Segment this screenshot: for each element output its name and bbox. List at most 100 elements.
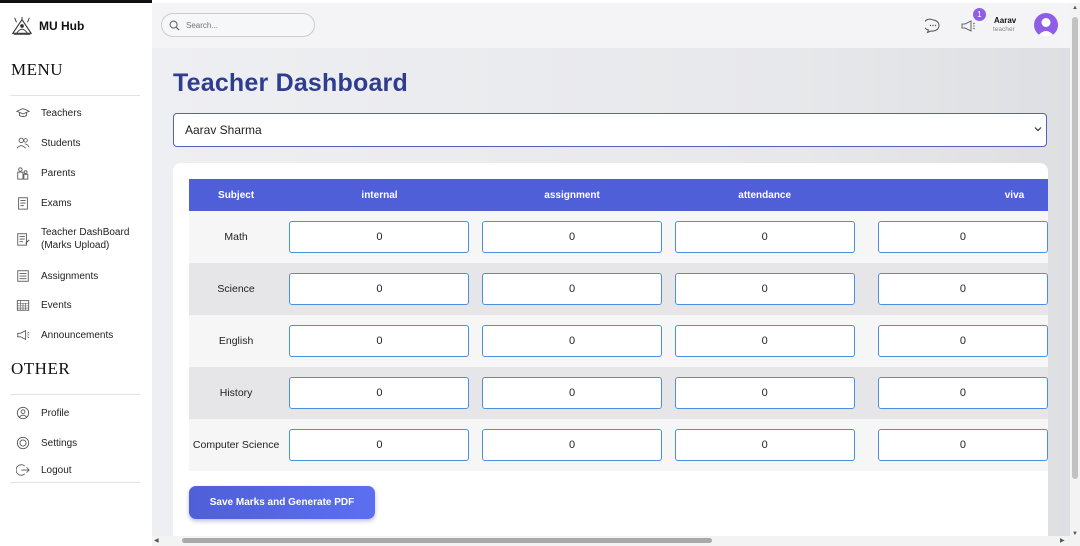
sidebar-item-profile[interactable]: Profile: [16, 406, 69, 420]
assignment-mark-input[interactable]: 0: [482, 377, 663, 409]
table-row: English 0 0 0 0: [189, 315, 1048, 367]
marks-card: Subject internal assignment attendance v…: [173, 163, 1048, 546]
search-icon: [169, 20, 180, 31]
sidebar-item-events[interactable]: Events: [16, 298, 72, 312]
sidebar-item-exams[interactable]: Exams: [16, 196, 72, 210]
column-header: Subject: [189, 179, 284, 211]
scroll-left-arrow-icon[interactable]: ◀: [154, 537, 159, 544]
table-row: History 0 0 0 0: [189, 367, 1048, 419]
subject-cell: Computer Science: [189, 419, 284, 471]
scrollbar-thumb[interactable]: [182, 538, 712, 543]
column-header: attendance: [668, 179, 861, 211]
assignment-mark-input[interactable]: 0: [482, 221, 663, 253]
sidebar-item-label: Settings: [41, 437, 78, 449]
viva-mark-input[interactable]: 0: [877, 273, 1048, 305]
sidebar-item-announcements[interactable]: Announcements: [16, 328, 113, 342]
page-title: Teacher Dashboard: [173, 69, 408, 97]
sidebar-item-label: Announcements: [41, 329, 114, 341]
sidebar-item-teacher-dashboard[interactable]: Teacher DashBoard (Marks Upload): [16, 226, 136, 252]
internal-mark-input[interactable]: 0: [289, 221, 470, 253]
sidebar-item-teachers[interactable]: Teachers: [16, 106, 82, 120]
subject-cell: Science: [189, 263, 284, 315]
announcement-icon[interactable]: [960, 18, 976, 34]
subject-cell: History: [189, 367, 284, 419]
user-role: teacher: [993, 26, 1015, 33]
university-logo-icon: [11, 15, 33, 37]
user-avatar-icon: [1037, 18, 1055, 37]
sidebar-item-label: Teacher DashBoard (Marks Upload): [41, 227, 130, 251]
sidebar-item-label: Assignments: [41, 270, 99, 282]
marks-table: Subject internal assignment attendance v…: [189, 179, 1048, 471]
brand[interactable]: MU Hub: [11, 15, 84, 37]
assignment-mark-input[interactable]: 0: [482, 325, 663, 357]
internal-mark-input[interactable]: 0: [289, 325, 470, 357]
attendance-mark-input[interactable]: 0: [674, 377, 855, 409]
chevron-down-icon: [1034, 127, 1042, 132]
column-header: internal: [283, 179, 476, 211]
assignment-icon: [16, 269, 30, 283]
assignment-mark-input[interactable]: 0: [482, 429, 663, 461]
save-marks-button[interactable]: Save Marks and Generate PDF: [189, 486, 375, 519]
sidebar: MU Hub MENU Teachers Students Parents Ex…: [0, 0, 152, 546]
column-header: assignment: [475, 179, 669, 211]
table-row: Math 0 0 0 0: [189, 211, 1048, 263]
sidebar-item-label: Exams: [41, 197, 72, 209]
sidebar-item-settings[interactable]: Settings: [16, 436, 77, 450]
topbar: 1 Aarav teacher: [152, 3, 1070, 48]
calendar-icon: [16, 298, 30, 312]
other-section-title: OTHER: [11, 359, 71, 378]
users-icon: [16, 136, 30, 150]
graduation-cap-icon: [16, 106, 30, 120]
brand-name: MU Hub: [39, 19, 85, 33]
upload-icon: [16, 232, 30, 246]
viva-mark-input[interactable]: 0: [877, 377, 1048, 409]
megaphone-icon: [16, 328, 30, 342]
sidebar-item-logout[interactable]: Logout: [16, 463, 72, 477]
assignment-mark-input[interactable]: 0: [482, 273, 663, 305]
horizontal-scrollbar[interactable]: ◀ ▶: [152, 536, 1070, 546]
exam-icon: [16, 196, 30, 210]
main-content: 1 Aarav teacher Teacher Dashboard Aarav …: [152, 3, 1070, 546]
scroll-right-arrow-icon[interactable]: ▶: [1060, 537, 1065, 544]
scroll-up-arrow-icon[interactable]: ▲: [1072, 5, 1078, 11]
internal-mark-input[interactable]: 0: [289, 429, 470, 461]
divider: [10, 482, 140, 483]
attendance-mark-input[interactable]: 0: [674, 429, 855, 461]
subject-cell: Math: [189, 211, 284, 263]
sidebar-item-students[interactable]: Students: [16, 136, 80, 150]
sidebar-item-label: Events: [41, 299, 72, 311]
logout-icon: [16, 463, 30, 477]
attendance-mark-input[interactable]: 0: [674, 273, 855, 305]
menu-section-title: MENU: [11, 60, 64, 79]
viva-mark-input[interactable]: 0: [877, 221, 1048, 253]
teacher-select[interactable]: Aarav Sharma: [173, 113, 1047, 147]
profile-icon: [16, 406, 30, 420]
attendance-mark-input[interactable]: 0: [674, 221, 855, 253]
divider: [10, 95, 140, 96]
viva-mark-input[interactable]: 0: [877, 325, 1048, 357]
vertical-scrollbar[interactable]: ▲ ▼: [1070, 3, 1080, 546]
internal-mark-input[interactable]: 0: [289, 377, 470, 409]
sidebar-item-assignments[interactable]: Assignments: [16, 269, 98, 283]
table-header-row: Subject internal assignment attendance v…: [189, 179, 1048, 211]
sidebar-item-parents[interactable]: Parents: [16, 166, 75, 180]
sidebar-item-label: Teachers: [41, 107, 82, 119]
scrollbar-thumb[interactable]: [1072, 17, 1078, 479]
teacher-select-value: Aarav Sharma: [185, 123, 262, 137]
settings-icon: [16, 436, 30, 450]
divider: [10, 394, 140, 395]
attendance-mark-input[interactable]: 0: [674, 325, 855, 357]
notification-badge: 1: [973, 8, 986, 21]
internal-mark-input[interactable]: 0: [289, 273, 470, 305]
search-box[interactable]: [161, 13, 315, 37]
message-icon[interactable]: [925, 18, 941, 34]
search-input[interactable]: [186, 20, 306, 30]
scroll-down-arrow-icon[interactable]: ▼: [1072, 531, 1078, 537]
table-row: Computer Science 0 0 0 0: [189, 419, 1048, 471]
sidebar-item-label: Profile: [41, 407, 70, 419]
column-header: viva: [860, 179, 1048, 211]
sidebar-item-label: Logout: [41, 464, 72, 476]
sidebar-item-label: Students: [41, 137, 81, 149]
viva-mark-input[interactable]: 0: [877, 429, 1048, 461]
avatar[interactable]: [1034, 13, 1058, 37]
